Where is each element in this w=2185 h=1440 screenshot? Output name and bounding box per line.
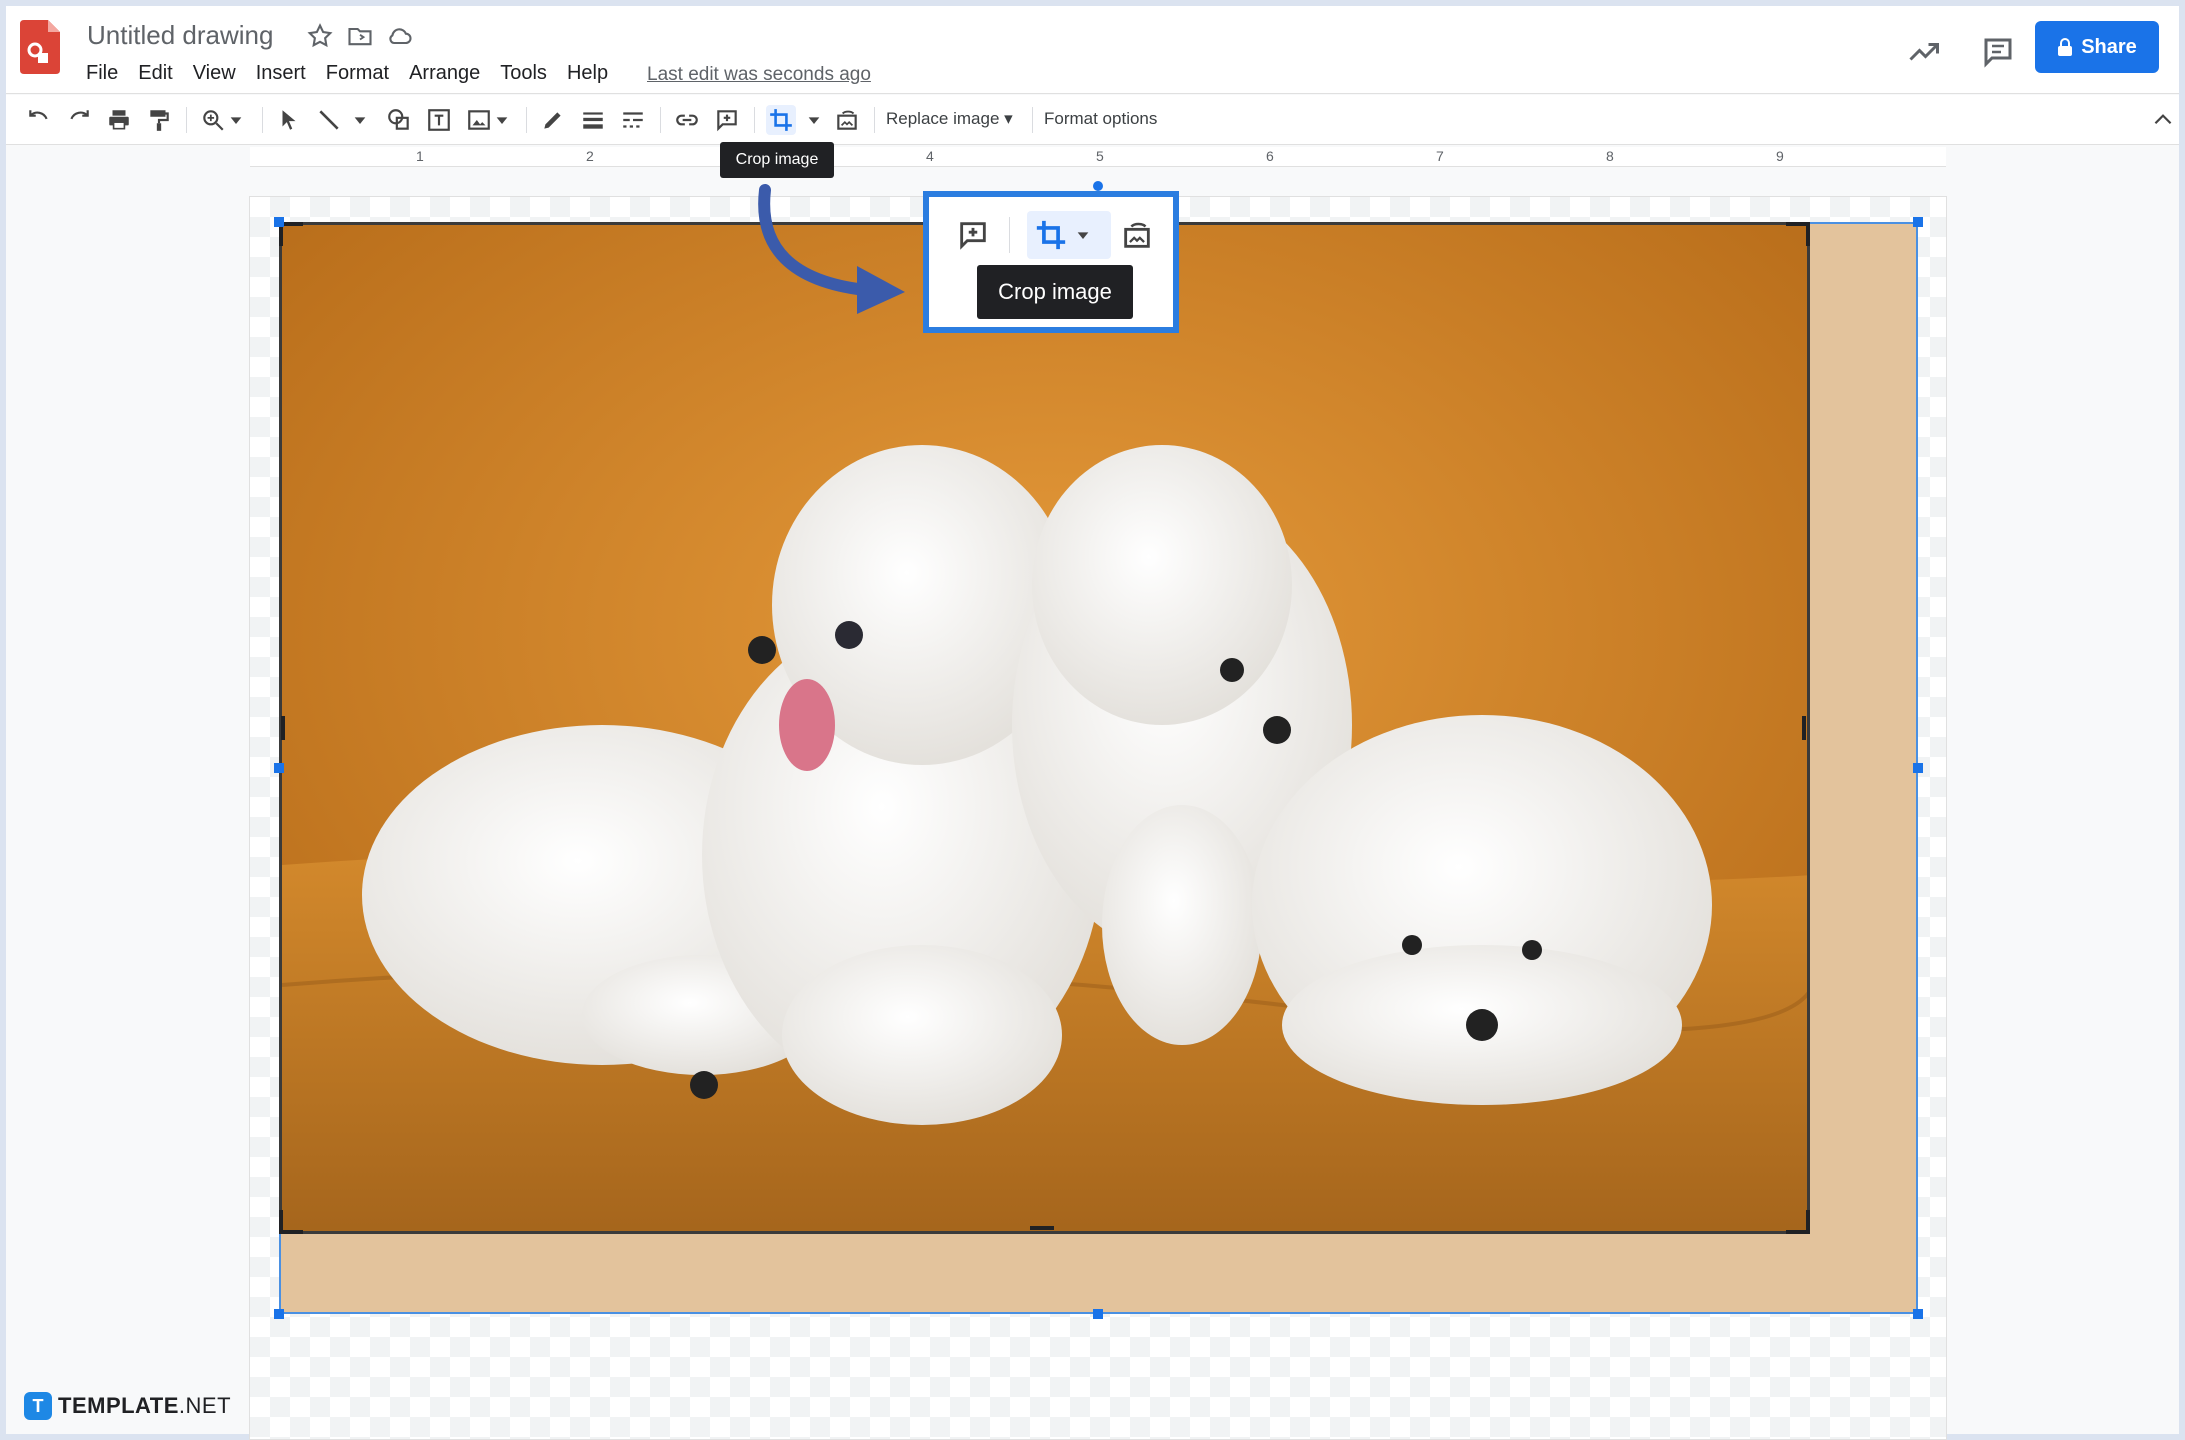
reset-image-icon[interactable] — [832, 105, 862, 135]
toolbar-divider — [1032, 107, 1033, 133]
cloud-status-icon[interactable] — [386, 22, 414, 50]
logo-badge: T — [24, 1392, 52, 1420]
select-cursor-icon[interactable] — [274, 105, 304, 135]
line-icon[interactable] — [314, 105, 344, 135]
crop-handle-bottom-left[interactable] — [279, 1210, 303, 1234]
add-comment-icon — [953, 215, 993, 255]
toolbar-divider — [754, 107, 755, 133]
zoom-icon[interactable] — [198, 105, 228, 135]
chevron-down-icon — [1071, 215, 1095, 255]
menu-file[interactable]: File — [86, 62, 118, 85]
crop-image-tooltip-zoomed: Crop image — [977, 265, 1133, 319]
rotate-handle[interactable] — [1093, 181, 1103, 191]
puppies-photo[interactable] — [279, 222, 1810, 1234]
crop-handle-bottom[interactable] — [1030, 1226, 1054, 1230]
document-title[interactable]: Untitled drawing — [87, 20, 273, 51]
pen-icon[interactable] — [538, 105, 568, 135]
menu-edit[interactable]: Edit — [138, 62, 172, 85]
menu-view[interactable]: View — [193, 62, 236, 85]
toolbar-divider — [660, 107, 661, 133]
toolbar-divider — [186, 107, 187, 133]
collapse-toolbar-icon[interactable] — [2148, 105, 2178, 135]
selection-handle[interactable] — [274, 1309, 284, 1319]
insert-image-icon[interactable] — [464, 105, 494, 135]
menu-insert[interactable]: Insert — [256, 62, 306, 85]
menu-bar: File Edit View Insert Format Arrange Too… — [86, 62, 628, 85]
star-icon[interactable] — [306, 22, 334, 50]
crop-handle-left[interactable] — [281, 716, 285, 740]
crop-image-tooltip: Crop image — [720, 142, 834, 178]
pointer-arrow-icon — [758, 184, 905, 314]
menu-format[interactable]: Format — [326, 62, 389, 85]
crop-handle-bottom-right[interactable] — [1786, 1210, 1810, 1234]
share-label: Share — [2081, 35, 2137, 58]
ruler-number: 9 — [1776, 148, 1784, 164]
drawings-logo-icon[interactable] — [20, 20, 60, 74]
ruler-number: 6 — [1266, 148, 1274, 164]
selection-handle[interactable] — [1093, 1309, 1103, 1319]
selection-handle[interactable] — [1913, 1309, 1923, 1319]
menu-tools[interactable]: Tools — [500, 62, 547, 85]
line-dash-icon[interactable] — [618, 105, 648, 135]
link-icon[interactable] — [672, 105, 702, 135]
crop-handle-top-right[interactable] — [1786, 222, 1810, 246]
activity-trend-icon[interactable] — [1906, 34, 1942, 70]
chevron-down-icon[interactable] — [806, 105, 822, 135]
comments-icon[interactable] — [1980, 34, 2016, 70]
selection-handle[interactable] — [274, 763, 284, 773]
replace-image-button[interactable]: Replace image ▾ — [886, 109, 1013, 129]
menu-help[interactable]: Help — [567, 62, 608, 85]
chevron-down-icon[interactable] — [352, 105, 368, 135]
menu-arrange[interactable]: Arrange — [409, 62, 480, 85]
line-weight-icon[interactable] — [578, 105, 608, 135]
lock-icon — [2058, 38, 2073, 56]
format-options-button[interactable]: Format options — [1044, 109, 1157, 129]
share-button[interactable]: Share — [2035, 21, 2159, 73]
paint-format-icon[interactable] — [144, 105, 174, 135]
chevron-down-icon[interactable] — [228, 105, 244, 135]
toolbar-divider — [262, 107, 263, 133]
text-box-icon[interactable] — [424, 105, 454, 135]
redo-icon[interactable] — [64, 105, 94, 135]
shape-icon[interactable] — [384, 105, 414, 135]
chevron-down-icon: ▾ — [1004, 109, 1013, 128]
selection-handle[interactable] — [1913, 763, 1923, 773]
ruler-number: 7 — [1436, 148, 1444, 164]
zoom-callout: Crop image — [923, 191, 1179, 333]
ruler-number: 4 — [926, 148, 934, 164]
toolbar-divider — [1009, 217, 1010, 253]
toolbar: Replace image ▾ Format options — [6, 95, 2179, 145]
crop-handle-right[interactable] — [1802, 716, 1806, 740]
undo-icon[interactable] — [24, 105, 54, 135]
ruler-number: 2 — [586, 148, 594, 164]
app-header: Untitled drawing File Edit View Insert F… — [6, 6, 2179, 94]
ruler-number: 8 — [1606, 148, 1614, 164]
print-icon[interactable] — [104, 105, 134, 135]
add-comment-icon[interactable] — [712, 105, 742, 135]
chevron-down-icon[interactable] — [494, 105, 510, 135]
crop-image-icon — [1031, 215, 1071, 255]
last-edit-link[interactable]: Last edit was seconds ago — [647, 64, 871, 86]
move-to-folder-icon[interactable] — [346, 22, 374, 50]
selection-handle[interactable] — [1913, 217, 1923, 227]
ruler-number: 5 — [1096, 148, 1104, 164]
reset-image-icon — [1117, 215, 1157, 255]
template-net-logo: T TEMPLATE.NET — [24, 1392, 231, 1420]
selection-handle[interactable] — [274, 217, 284, 227]
toolbar-divider — [526, 107, 527, 133]
logo-wordmark: TEMPLATE.NET — [58, 1393, 232, 1418]
ruler-number: 1 — [416, 148, 424, 164]
toolbar-divider — [874, 107, 875, 133]
crop-image-icon[interactable] — [766, 105, 796, 135]
horizontal-ruler: 1 2 3 4 5 6 7 8 9 — [250, 147, 1946, 167]
